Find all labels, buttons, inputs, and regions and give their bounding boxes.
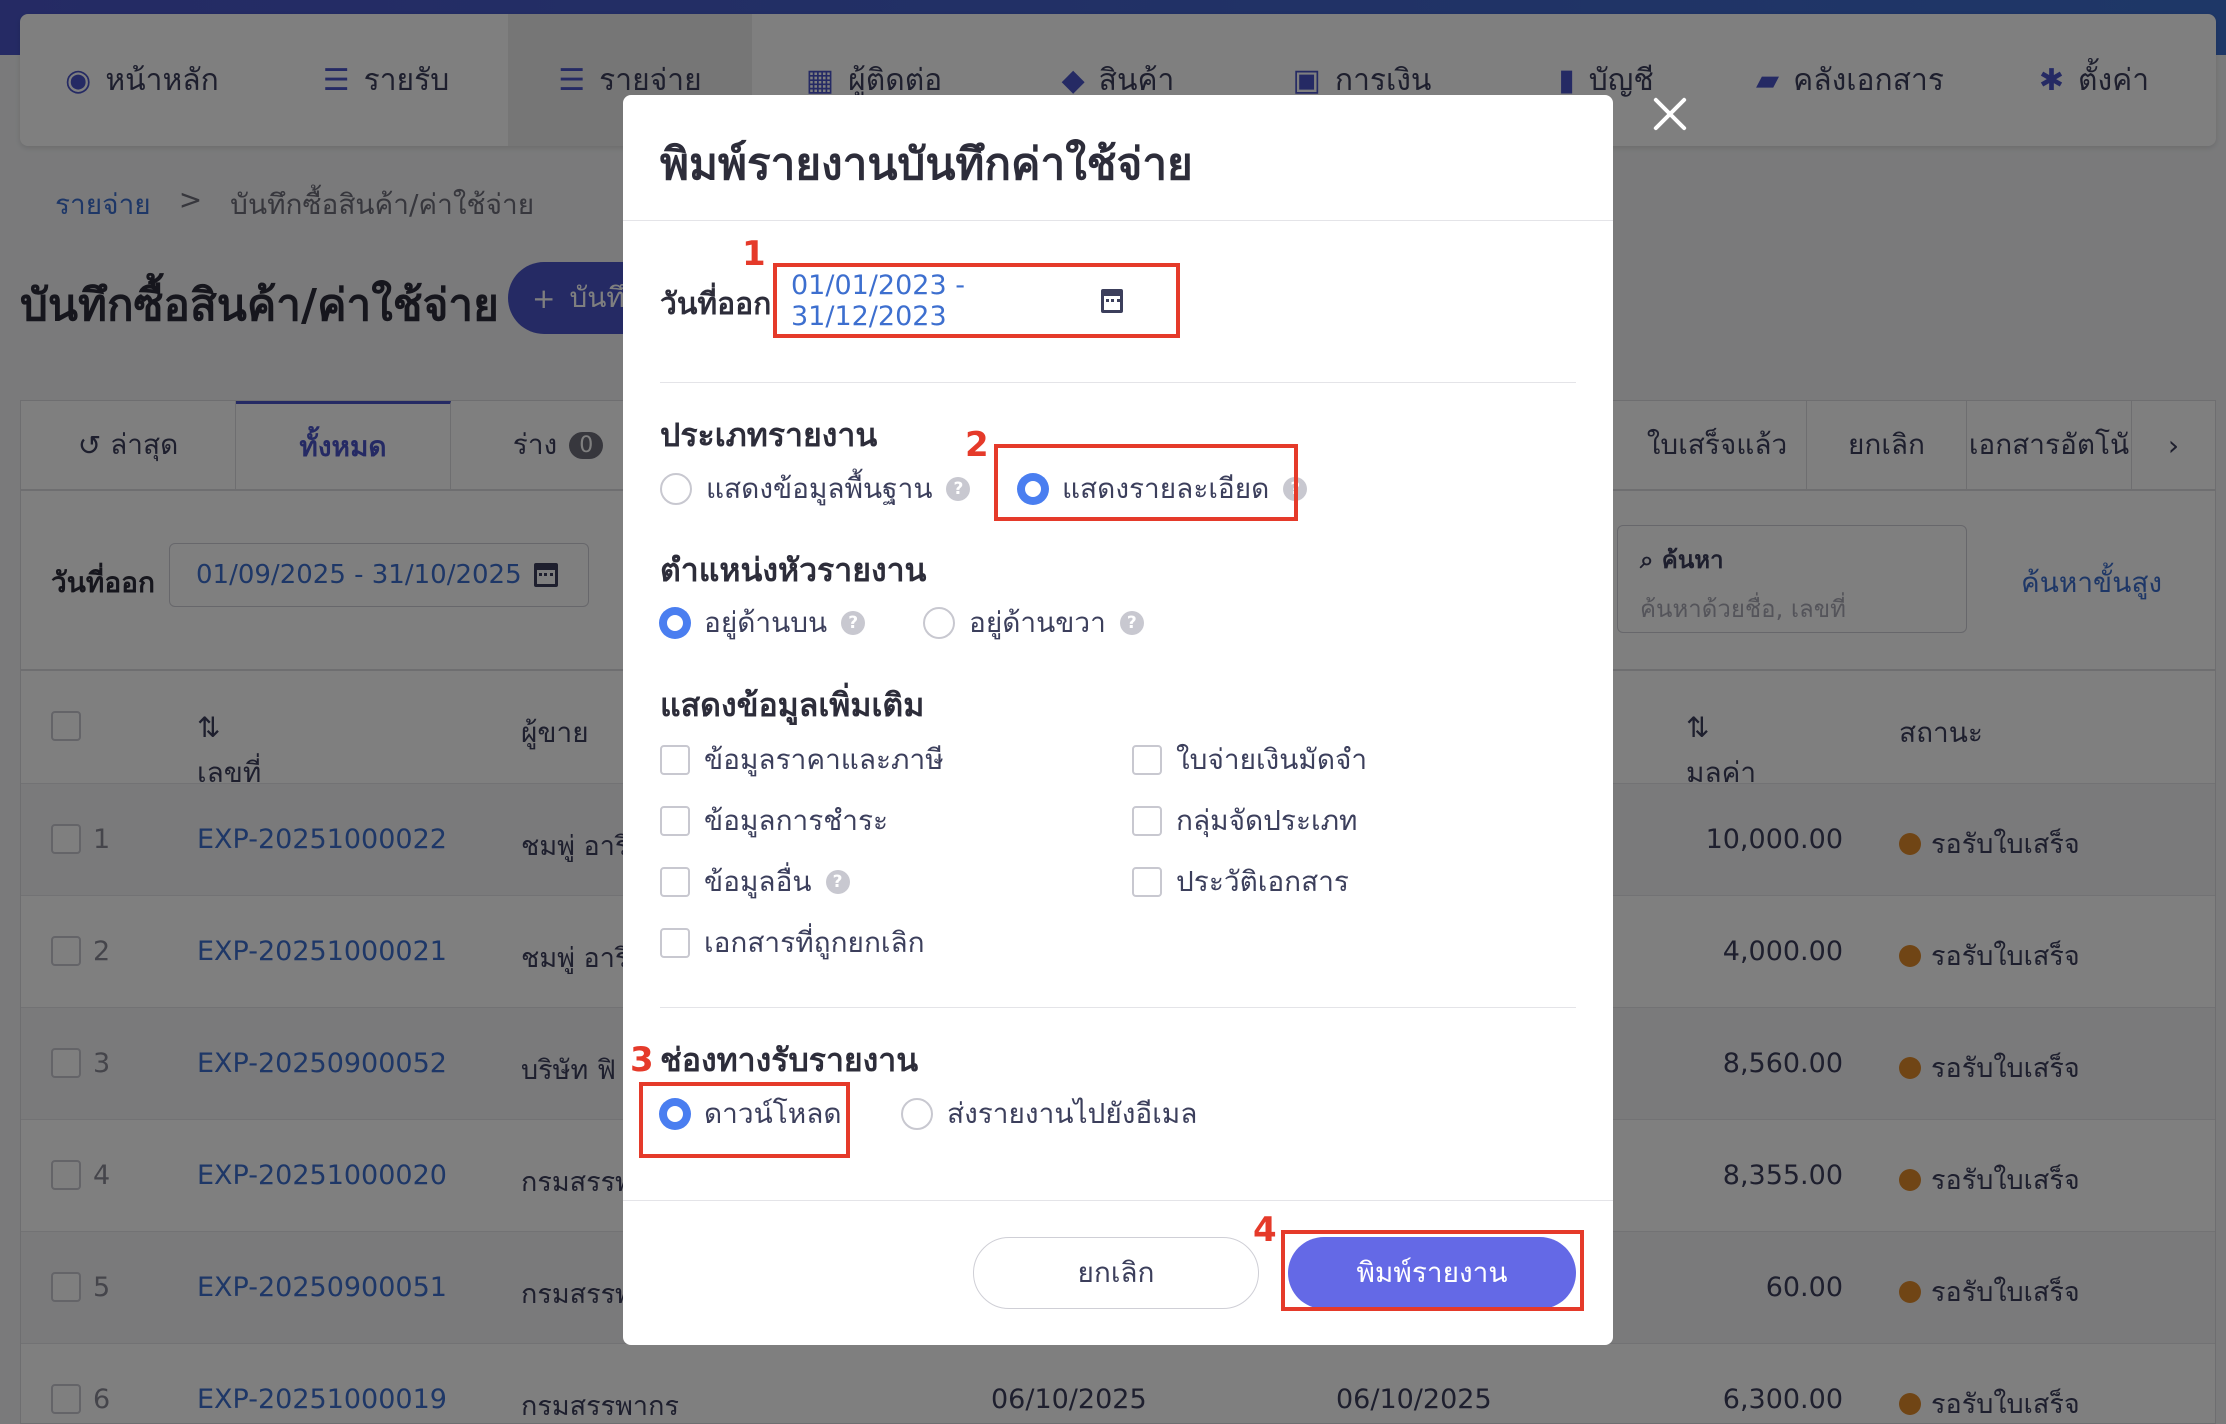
radio-email[interactable] bbox=[901, 1098, 933, 1130]
close-icon[interactable] bbox=[1652, 96, 1688, 132]
help-icon[interactable]: ? bbox=[946, 477, 971, 501]
extra-cancelled-docs-option[interactable]: เอกสารที่ถูกยกเลิก bbox=[660, 921, 925, 965]
annotation-box-3 bbox=[639, 1082, 850, 1158]
annotation-box-2 bbox=[994, 444, 1298, 521]
extra-payment-option[interactable]: ข้อมูลการชำระ bbox=[660, 799, 888, 843]
modal-header: พิมพ์รายงานบันทึกค่าใช้จ่าย bbox=[623, 95, 1613, 221]
cancel-button[interactable]: ยกเลิก bbox=[973, 1237, 1259, 1309]
channel-title: ช่องทางรับรายงาน bbox=[660, 1041, 919, 1079]
header-position-top-option[interactable]: อยู่ด้านบน ? bbox=[660, 601, 866, 645]
annotation-number-2: 2 bbox=[965, 425, 989, 465]
extra-deposit-option[interactable]: ใบจ่ายเงินมัดจำ bbox=[1132, 738, 1367, 782]
checkbox-other[interactable] bbox=[660, 867, 690, 897]
modal-title: พิมพ์รายงานบันทึกค่าใช้จ่าย bbox=[660, 139, 1193, 190]
checkbox-payment[interactable] bbox=[660, 806, 690, 836]
extra-history-option[interactable]: ประวัติเอกสาร bbox=[1132, 860, 1349, 904]
annotation-box-4 bbox=[1281, 1230, 1584, 1311]
radio-basic[interactable] bbox=[660, 473, 692, 505]
report-type-title: ประเภทรายงาน bbox=[660, 416, 878, 454]
extra-price-tax-option[interactable]: ข้อมูลราคาและภาษี bbox=[660, 738, 944, 782]
extra-other-option[interactable]: ข้อมูลอื่น ? bbox=[660, 860, 850, 904]
radio-right[interactable] bbox=[923, 607, 955, 639]
help-icon[interactable]: ? bbox=[825, 870, 850, 894]
header-position-right-option[interactable]: อยู่ด้านขวา ? bbox=[923, 601, 1144, 645]
annotation-box-1 bbox=[773, 263, 1180, 338]
extra-info-title: แสดงข้อมูลเพิ่มเติม bbox=[660, 686, 925, 724]
annotation-number-1: 1 bbox=[742, 234, 766, 274]
divider bbox=[660, 382, 1576, 383]
checkbox-category[interactable] bbox=[1132, 806, 1162, 836]
date-label: วันที่ออก bbox=[660, 287, 772, 322]
annotation-number-4: 4 bbox=[1253, 1210, 1277, 1250]
report-type-basic-option[interactable]: แสดงข้อมูลพื้นฐาน ? bbox=[660, 467, 971, 511]
annotation-number-3: 3 bbox=[630, 1040, 654, 1080]
checkbox-history[interactable] bbox=[1132, 867, 1162, 897]
checkbox-cancelled-docs[interactable] bbox=[660, 928, 690, 958]
checkbox-deposit[interactable] bbox=[1132, 745, 1162, 775]
help-icon[interactable]: ? bbox=[841, 611, 866, 635]
checkbox-price-tax[interactable] bbox=[660, 745, 690, 775]
radio-top[interactable] bbox=[660, 608, 690, 638]
help-icon[interactable]: ? bbox=[1119, 611, 1144, 635]
header-position-title: ตำแหน่งหัวรายงาน bbox=[660, 551, 927, 589]
extra-category-option[interactable]: กลุ่มจัดประเภท bbox=[1132, 799, 1358, 843]
channel-email-option[interactable]: ส่งรายงานไปยังอีเมล bbox=[901, 1092, 1197, 1136]
divider bbox=[660, 1007, 1576, 1008]
